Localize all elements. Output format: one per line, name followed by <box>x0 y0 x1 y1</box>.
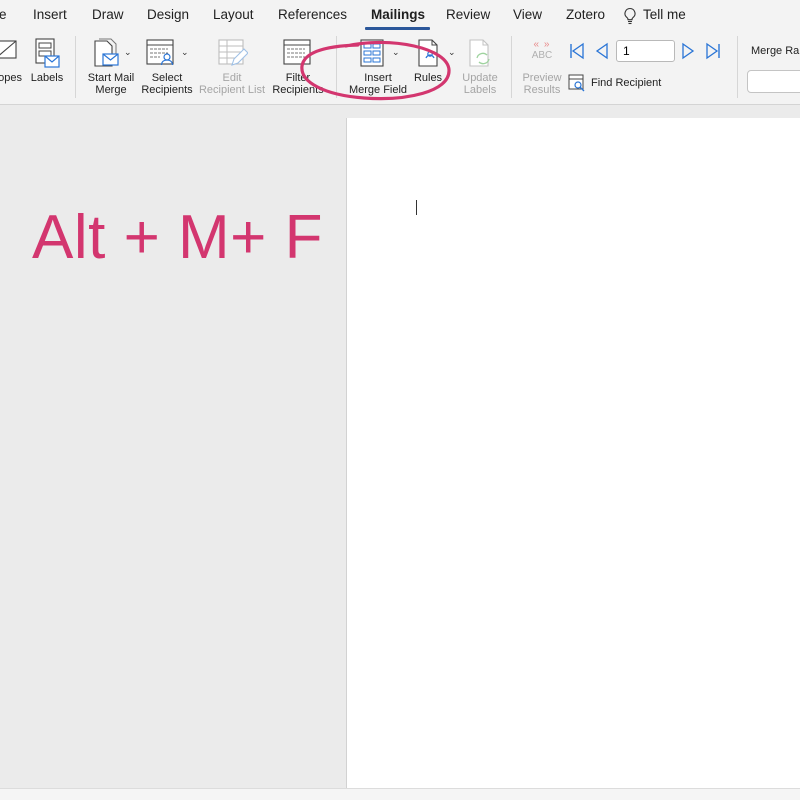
rules-label: Rules <box>413 72 443 84</box>
preview-abc-icon: « » ABC <box>531 39 553 62</box>
next-record-icon[interactable] <box>681 42 695 60</box>
start-mail-merge-button[interactable]: ⌄ Start Mail Merge <box>84 32 138 102</box>
ribbon-tab-bar: e Insert Draw Design Layout References M… <box>0 0 800 32</box>
previous-record-icon[interactable] <box>595 42 609 60</box>
filter-recipients-button[interactable]: Filter Recipients <box>270 32 326 102</box>
edit-recipient-list-label: Edit Recipient List <box>198 72 266 96</box>
tab-design[interactable]: Design <box>147 7 189 22</box>
keyboard-shortcut-overlay: Alt + M+ F <box>32 203 323 272</box>
tab-mailings[interactable]: Mailings <box>371 7 425 22</box>
tab-review[interactable]: Review <box>446 7 490 22</box>
lightbulb-icon[interactable] <box>623 7 637 25</box>
filter-list-icon <box>283 39 311 65</box>
envelopes-label: opes <box>0 72 22 84</box>
document-page[interactable] <box>346 118 800 798</box>
labels-button[interactable]: Labels <box>28 32 66 102</box>
select-recipients-button[interactable]: ⌄ Select Recipients <box>140 32 194 102</box>
mailings-ribbon: opes Labels ⌄ Start Mail Merge ⌄ Select … <box>0 32 800 105</box>
record-number-input[interactable] <box>616 40 675 62</box>
tab-insert[interactable]: Insert <box>33 7 67 22</box>
ribbon-separator <box>511 36 512 98</box>
preview-results-label: Preview Results <box>522 72 562 96</box>
status-bar <box>0 788 800 800</box>
preview-results-button[interactable]: « » ABC Preview Results <box>518 32 566 102</box>
filter-recipients-label: Filter Recipients <box>272 72 324 96</box>
start-mail-merge-label: Start Mail Merge <box>87 72 135 96</box>
chevron-down-icon[interactable]: ⌄ <box>448 46 456 58</box>
rules-icon <box>418 39 438 67</box>
merge-range-dropdown[interactable] <box>747 70 800 93</box>
tab-view[interactable]: View <box>513 7 542 22</box>
last-record-icon[interactable] <box>705 42 721 60</box>
find-recipient-icon <box>568 74 585 92</box>
ribbon-separator <box>75 36 76 98</box>
merge-range-label: Merge Ran <box>751 45 800 57</box>
document-canvas: Alt + M+ F <box>0 106 800 798</box>
ribbon-separator <box>737 36 738 98</box>
update-labels-button[interactable]: Update Labels <box>456 32 504 102</box>
envelope-icon <box>0 40 17 59</box>
tab-tell-me[interactable]: Tell me <box>643 7 686 22</box>
find-recipient-label: Find Recipient <box>591 77 662 89</box>
merge-field-icon <box>360 39 384 67</box>
select-recipients-label: Select Recipients <box>141 72 193 96</box>
labels-label: Labels <box>30 72 64 84</box>
update-labels-label: Update Labels <box>462 72 498 96</box>
chevron-down-icon[interactable]: ⌄ <box>124 46 132 58</box>
document-mail-icon <box>94 38 119 67</box>
edit-list-icon <box>218 39 248 66</box>
recipient-list-icon <box>146 39 174 66</box>
insert-merge-field-label: Insert Merge Field <box>348 72 408 96</box>
tab-references[interactable]: References <box>278 7 347 22</box>
chevron-down-icon[interactable]: ⌄ <box>181 46 189 58</box>
envelopes-button[interactable]: opes <box>0 32 28 102</box>
text-cursor <box>416 200 417 215</box>
tab-draw[interactable]: Draw <box>92 7 124 22</box>
insert-merge-field-button[interactable]: ⌄ Insert Merge Field <box>346 32 410 102</box>
tab-home[interactable]: e <box>0 7 7 22</box>
edit-recipient-list-button[interactable]: Edit Recipient List <box>198 32 266 102</box>
tab-layout[interactable]: Layout <box>213 7 254 22</box>
refresh-labels-icon <box>469 39 490 67</box>
rules-button[interactable]: ⌄ Rules <box>412 32 458 102</box>
first-record-icon[interactable] <box>569 42 585 60</box>
ribbon-separator <box>336 36 337 98</box>
labels-icon <box>35 38 60 68</box>
tab-zotero[interactable]: Zotero <box>566 7 605 22</box>
active-tab-indicator <box>365 27 430 30</box>
chevron-down-icon[interactable]: ⌄ <box>392 46 400 58</box>
